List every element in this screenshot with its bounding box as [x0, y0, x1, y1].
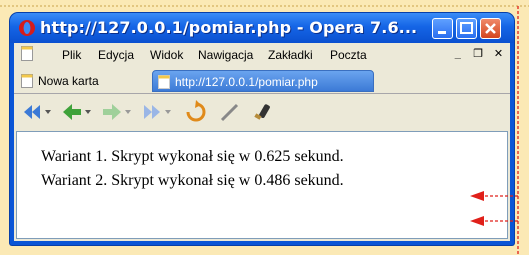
annotation-arrow-1	[470, 191, 518, 201]
arrow-head-icon	[470, 216, 484, 226]
arrow-head-icon	[470, 191, 484, 201]
annotation-overlay	[470, 6, 519, 255]
annotation-arrow-2	[470, 216, 518, 226]
